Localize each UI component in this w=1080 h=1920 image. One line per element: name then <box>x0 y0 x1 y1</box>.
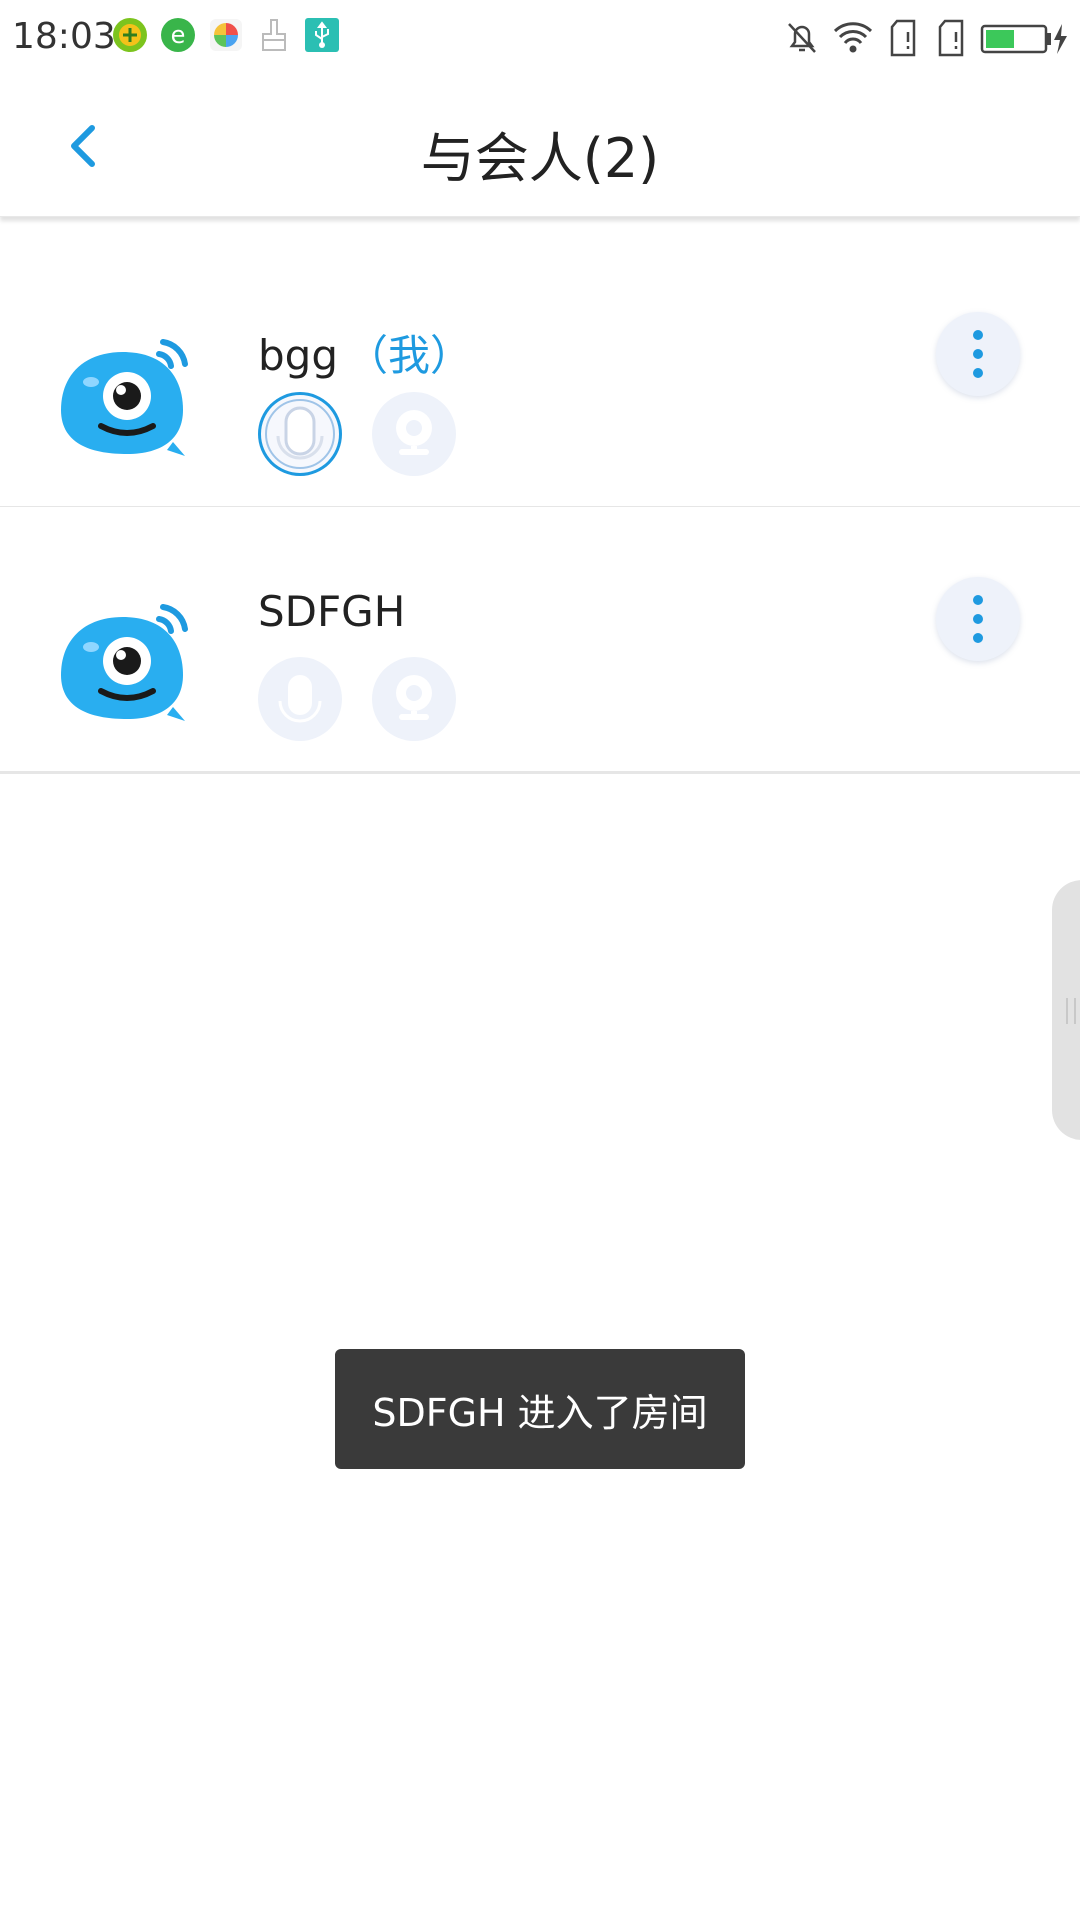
avatar <box>61 604 188 721</box>
cleaner-icon <box>262 19 286 51</box>
more-vertical-icon <box>973 330 983 340</box>
more-options-button[interactable] <box>936 312 1020 396</box>
camera-icon <box>396 410 432 455</box>
mic-toggle[interactable] <box>258 657 342 741</box>
camera-toggle[interactable] <box>372 392 456 476</box>
participant-name-line: bgg （我） <box>258 322 472 383</box>
page-title: 与会人(2) <box>420 127 660 190</box>
microphone-icon <box>278 675 322 723</box>
screen: 18:03 e 与会人(2) bgg （我） SDFGH SDFGH 进入了房间 <box>0 0 1080 1920</box>
mic-toggle[interactable] <box>258 392 342 476</box>
participant-name: bgg <box>258 331 338 380</box>
battery-charging-icon <box>980 24 1067 54</box>
mute-bell-icon <box>788 23 816 53</box>
more-vertical-icon <box>973 595 983 605</box>
avatar <box>61 339 188 456</box>
toast-message: SDFGH 进入了房间 <box>335 1349 745 1469</box>
toast-text: SDFGH 进入了房间 <box>372 1390 708 1435</box>
drag-handle-icon <box>1066 998 1076 1024</box>
svg-text:e: e <box>171 21 186 49</box>
microphone-icon <box>265 399 335 469</box>
app-green-e-icon: e <box>161 18 195 52</box>
wifi-icon <box>833 22 873 53</box>
self-tag: （我） <box>345 331 472 380</box>
camera-icon <box>396 675 432 720</box>
floating-side-handle[interactable] <box>1052 880 1080 1140</box>
participant-name-line: SDFGH <box>258 587 413 636</box>
status-time: 18:03 <box>12 16 116 57</box>
usb-icon <box>305 18 339 52</box>
participant-row[interactable]: bgg （我） <box>0 242 1080 509</box>
sim-no-signal-icon <box>938 19 964 57</box>
participant-name: SDFGH <box>258 587 406 636</box>
participant-row[interactable]: SDFGH <box>0 507 1080 774</box>
status-bar: 18:03 e <box>0 0 1080 76</box>
app-header: 与会人(2) <box>0 76 1080 217</box>
sim-no-signal-icon <box>890 19 916 57</box>
pinwheel-app-icon <box>210 19 242 51</box>
app-green-plus-icon <box>113 18 147 52</box>
camera-toggle[interactable] <box>372 657 456 741</box>
more-options-button[interactable] <box>936 577 1020 661</box>
